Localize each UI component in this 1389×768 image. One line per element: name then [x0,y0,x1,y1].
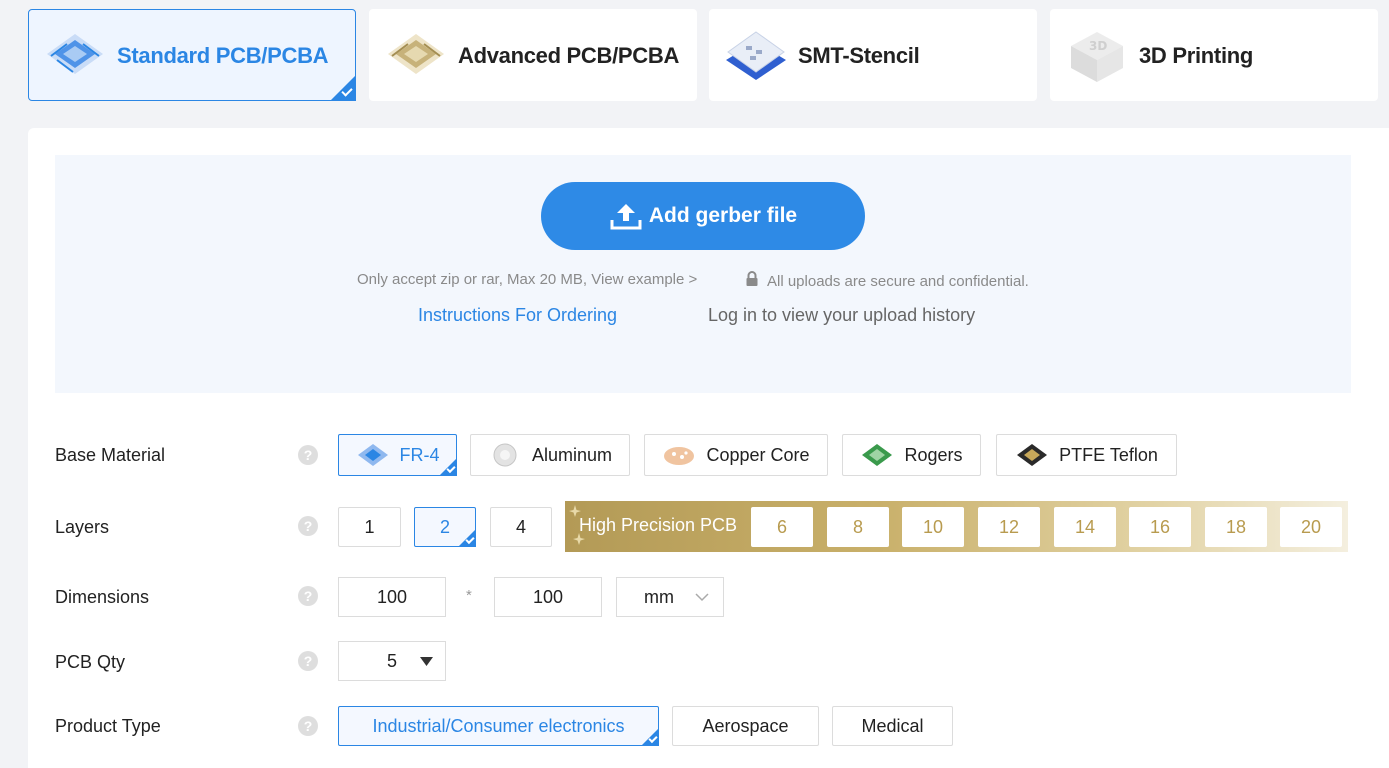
caret-down-icon [420,657,433,666]
layers-help-icon[interactable]: ? [298,516,318,536]
base-material-help-icon[interactable]: ? [298,445,318,465]
upload-icon [610,204,642,230]
layers-option-6[interactable]: 6 [751,507,813,547]
dimension-width-value: 100 [376,586,408,607]
option-label: Industrial/Consumer electronics [372,715,625,736]
upload-history-link[interactable]: Log in to view your upload history [708,305,975,326]
dimension-unit-value: mm [644,586,674,607]
accept-note[interactable]: Only accept zip or rar, Max 20 MB, View … [357,271,697,288]
instructions-for-ordering-link[interactable]: Instructions For Ordering [418,305,617,326]
pcb-qty-value: 5 [387,650,398,671]
aluminum-icon [493,443,517,467]
product-type-medical[interactable]: Medical [832,706,953,746]
lock-icon [746,271,758,286]
product-type-label: Product Type [55,716,161,736]
secure-note: All uploads are secure and confidential. [767,273,1029,290]
add-gerber-file-button[interactable]: Add gerber file [541,182,865,250]
layers-option-14[interactable]: 14 [1054,507,1116,547]
product-type-aerospace[interactable]: Aerospace [672,706,819,746]
layers-option-18[interactable]: 18 [1205,507,1267,547]
selected-check-icon [439,458,457,476]
option-label: Medical [861,715,924,736]
tab-smt-stencil[interactable]: SMT-Stencil [709,9,1037,101]
dimension-height-value: 100 [532,586,564,607]
option-label: 14 [1074,516,1096,537]
high-precision-pcb-label: High Precision PCB [579,515,738,535]
base-material-copper-core[interactable]: Copper Core [644,434,828,476]
dimension-unit-select[interactable]: mm [616,577,724,617]
pcb-qty-select[interactable]: 5 [338,641,446,681]
option-label: 8 [852,516,863,537]
3d-printing-icon: 3D [1071,32,1123,82]
fr4-icon [357,444,388,466]
tab-standard-pcb[interactable]: Standard PCB/PCBA [28,9,356,101]
option-label: Aerospace [702,715,789,736]
option-label: Aluminum [531,444,613,465]
ptfe-teflon-icon [1017,444,1048,466]
option-label: 4 [515,516,526,537]
tab-label: SMT-Stencil [798,43,920,68]
layers-option-12[interactable]: 12 [978,507,1040,547]
option-label: 16 [1149,516,1171,537]
smt-stencil-icon [726,31,786,80]
tab-label: Standard PCB/PCBA [117,43,329,68]
base-material-fr4[interactable]: FR-4 [338,434,457,476]
tab-label: Advanced PCB/PCBA [458,43,680,68]
pcb-qty-label: PCB Qty [55,652,126,672]
layers-option-10[interactable]: 10 [902,507,964,547]
chevron-down-icon [695,593,709,602]
dimension-separator: * [466,587,472,604]
base-material-ptfe-teflon[interactable]: PTFE Teflon [996,434,1177,476]
tab-3d-printing[interactable]: 3D 3D Printing [1050,9,1378,101]
option-label: Copper Core [706,444,810,465]
layers-option-4[interactable]: 4 [490,507,552,547]
tab-label: 3D Printing [1139,43,1254,68]
gerber-upload-area[interactable]: Add gerber file Only accept zip or rar, … [55,155,1351,393]
selected-check-icon [458,529,476,547]
option-label: PTFE Teflon [1059,444,1158,465]
advanced-pcb-icon [388,34,444,74]
base-material-rogers[interactable]: Rogers [842,434,981,476]
high-precision-pcb-panel: High Precision PCB 6 8 10 12 14 16 18 20 [565,501,1348,552]
pcb-qty-help-icon[interactable]: ? [298,651,318,671]
option-label: 12 [998,516,1020,537]
layers-option-16[interactable]: 16 [1129,507,1191,547]
selected-check-icon [641,728,659,746]
option-label: 1 [364,516,375,537]
layers-option-2[interactable]: 2 [414,507,476,547]
base-material-aluminum[interactable]: Aluminum [470,434,630,476]
option-label: FR-4 [399,444,440,465]
base-material-label: Base Material [55,445,166,465]
product-type-help-icon[interactable]: ? [298,716,318,736]
layers-option-8[interactable]: 8 [827,507,889,547]
selected-check-icon [330,75,356,101]
option-label: 6 [776,516,787,537]
dimension-height-input[interactable]: 100 [494,577,602,617]
rogers-icon [862,444,893,466]
dimension-width-input[interactable]: 100 [338,577,446,617]
copper-core-icon [664,447,695,465]
option-label: 18 [1225,516,1247,537]
layers-label: Layers [55,517,110,537]
product-type-industrial-consumer[interactable]: Industrial/Consumer electronics [338,706,659,746]
dimensions-help-icon[interactable]: ? [298,586,318,606]
option-label: 10 [922,516,944,537]
layers-option-1[interactable]: 1 [338,507,401,547]
option-label: Rogers [904,444,963,465]
option-label: 20 [1300,516,1322,537]
option-label: 2 [439,516,450,537]
quote-form-card: Add gerber file Only accept zip or rar, … [28,128,1389,768]
standard-pcb-icon [47,34,103,74]
dimensions-label: Dimensions [55,587,150,607]
tab-advanced-pcb[interactable]: Advanced PCB/PCBA [369,9,697,101]
svg-text:3D: 3D [1089,39,1107,53]
layers-option-20[interactable]: 20 [1280,507,1342,547]
add-gerber-file-label: Add gerber file [648,204,798,227]
